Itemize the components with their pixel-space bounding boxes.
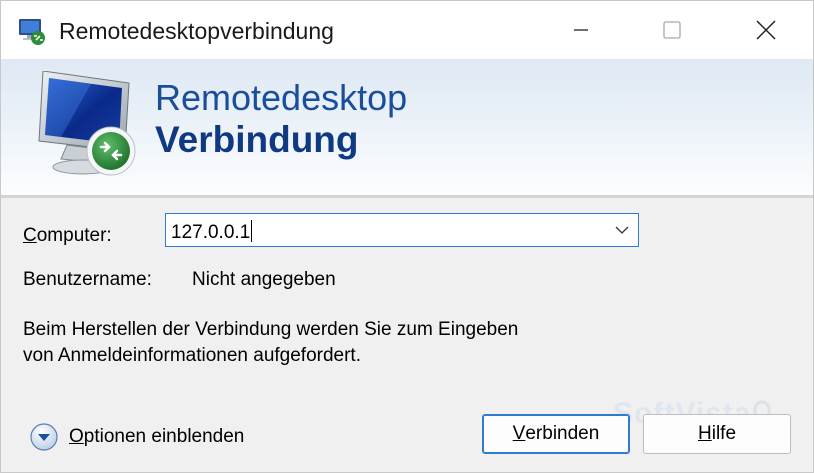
info-text-line2: von Anmeldeinformationen aufgefordert.: [23, 345, 361, 366]
computer-label-accelerator: C: [23, 225, 37, 246]
maximize-icon: [663, 21, 681, 39]
maximize-button[interactable]: [637, 1, 707, 59]
minimize-button[interactable]: [546, 1, 616, 59]
username-label: Benutzername:: [23, 269, 152, 290]
close-icon: [756, 20, 776, 40]
help-button-accelerator: H: [697, 423, 712, 444]
connect-button[interactable]: Verbinden: [482, 414, 630, 454]
computer-combobox[interactable]: 127.0.0.1: [165, 213, 639, 247]
computer-label-text: omputer:: [36, 225, 112, 246]
info-text-line1: Beim Herstellen der Verbindung werden Si…: [23, 319, 519, 340]
banner-divider: [1, 195, 813, 198]
show-options-text: ptionen einblenden: [83, 426, 245, 447]
computer-input[interactable]: 127.0.0.1: [171, 220, 253, 244]
expand-options-icon[interactable]: [29, 422, 59, 452]
rdp-window: Remotedesktopverbindung Remotedesktop Ve…: [0, 0, 814, 473]
computer-input-value: 127.0.0.1: [171, 222, 251, 243]
rdp-monitor-icon: [38, 71, 136, 176]
dropdown-arrow-icon[interactable]: [614, 222, 630, 238]
banner-title-line1: Remotedesktop: [155, 77, 408, 118]
window-title: Remotedesktopverbindung: [59, 18, 334, 44]
connect-button-label: erbinden: [525, 423, 600, 444]
show-options-accelerator: O: [69, 426, 84, 447]
rdp-app-icon: [19, 19, 45, 45]
close-button[interactable]: [731, 1, 801, 59]
title-bar[interactable]: Remotedesktopverbindung: [1, 1, 813, 59]
connect-button-accelerator: V: [512, 423, 526, 444]
header-banner: Remotedesktop Verbindung: [1, 59, 813, 195]
show-options-link[interactable]: Optionen einblenden: [69, 426, 244, 448]
username-value: Nicht angegeben: [192, 269, 336, 290]
banner-title-line2: Verbindung: [155, 119, 359, 160]
computer-label: Computer:: [23, 225, 112, 247]
minimize-icon: [574, 29, 588, 31]
help-button-label: ilfe: [711, 423, 737, 444]
text-caret: [251, 220, 253, 242]
help-button[interactable]: Hilfe: [643, 414, 791, 454]
